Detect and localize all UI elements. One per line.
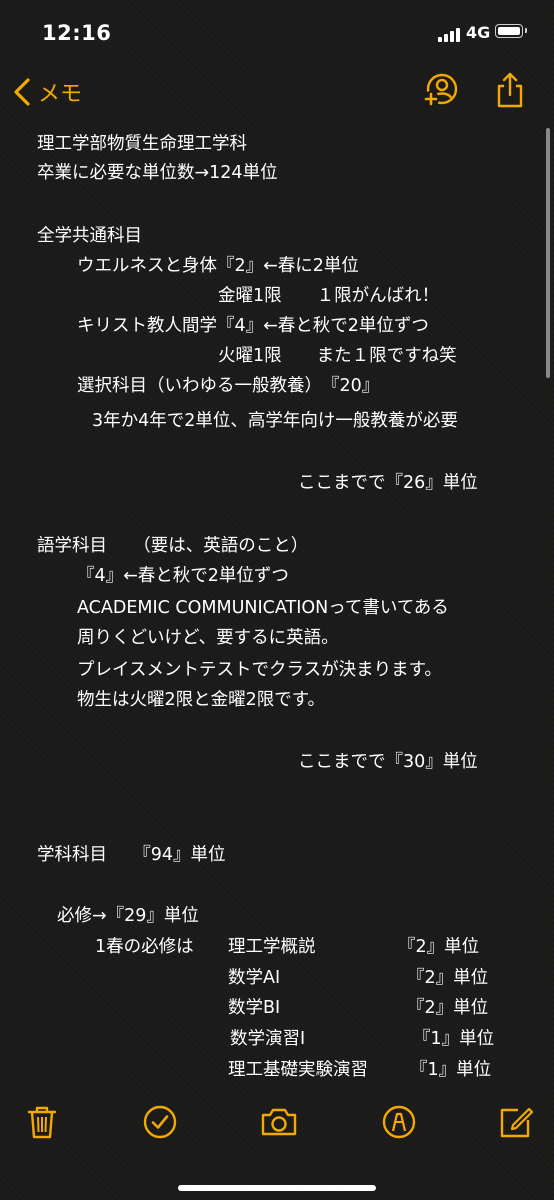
scroll-indicator[interactable] [546, 128, 550, 378]
network-type: 4G [466, 23, 491, 42]
note-line: ここまでで『26』単位 [298, 473, 478, 493]
note-line: 火曜1限 また１限ですね笑 [218, 346, 457, 366]
note-line: 数学AI [228, 968, 281, 988]
trash-icon [27, 1106, 57, 1139]
note-line: 1春の必修は [95, 937, 194, 957]
compose-button[interactable] [496, 1102, 536, 1142]
note-line: 卒業に必要な単位数→124単位 [37, 163, 278, 183]
note-line: 『1』単位 [413, 1029, 495, 1049]
note-line: ここまでで『30』単位 [298, 752, 478, 772]
note-line: 『2』単位 [407, 998, 489, 1018]
note-line: 『1』単位 [410, 1060, 492, 1080]
note-line: 理工学部物質生命理工学科 [37, 134, 247, 154]
note-line: 『4』←春と秋で2単位ずつ [77, 566, 289, 586]
home-indicator[interactable] [178, 1185, 376, 1191]
note-line: 物生は火曜2限と金曜2限です。 [77, 690, 326, 710]
note-line: 数学演習Ⅰ [230, 1029, 306, 1049]
cellular-signal-icon [438, 26, 462, 42]
camera-icon [261, 1108, 297, 1136]
note-line: 学科科目 『94』単位 [37, 845, 226, 865]
note-line: 金曜1限 １限がんばれ！ [218, 286, 440, 306]
bottom-toolbar [0, 1092, 554, 1158]
navigation-bar: メモ [0, 66, 554, 118]
markup-pen-icon [382, 1105, 416, 1139]
add-person-button[interactable] [421, 70, 461, 110]
note-line: 周りくどいけど、要するに英語。 [77, 628, 339, 648]
note-line: 3年か4年で2単位、高学年向け一般教養が必要 [92, 411, 458, 431]
note-line: ACADEMIC COMMUNICATIONって書いてある [77, 598, 449, 618]
note-line: 必修→『29』単位 [57, 906, 199, 926]
note-line: 『2』単位 [407, 968, 489, 988]
note-line: 選択科目（いわゆる一般教養） 『20』 [77, 376, 380, 396]
note-body[interactable]: 理工学部物質生命理工学科 卒業に必要な単位数→124単位 全学共通科目 ウエルネ… [0, 118, 554, 1086]
note-line: ウエルネスと身体『2』←春に2単位 [77, 256, 359, 276]
back-button[interactable]: メモ [12, 72, 82, 112]
note-line: プレイスメントテストでクラスが決まります。 [77, 660, 442, 680]
delete-button[interactable] [22, 1102, 62, 1142]
checklist-button[interactable] [140, 1102, 180, 1142]
markup-button[interactable] [379, 1102, 419, 1142]
note-line: 理工基礎実験演習 [228, 1060, 368, 1080]
camera-button[interactable] [259, 1102, 299, 1142]
checkmark-circle-icon [143, 1105, 177, 1139]
note-line: 全学共通科目 [37, 226, 142, 246]
status-bar: 12:16 4G [0, 0, 554, 66]
status-time: 12:16 [42, 21, 112, 45]
note-line: 数学BI [228, 998, 281, 1018]
share-icon [497, 72, 523, 108]
note-line: キリスト教人間学『4』←春と秋で2単位ずつ [77, 316, 429, 336]
back-button-label: メモ [38, 82, 83, 107]
chevron-left-icon [14, 78, 30, 106]
share-button[interactable] [490, 70, 530, 110]
note-line: 語学科目 （要は、英語のこと） [37, 536, 309, 556]
add-person-icon [423, 73, 458, 107]
compose-icon [500, 1107, 534, 1138]
battery-icon [495, 24, 527, 38]
note-line: 『2』単位 [398, 937, 480, 957]
note-line: 理工学概説 [228, 937, 316, 957]
